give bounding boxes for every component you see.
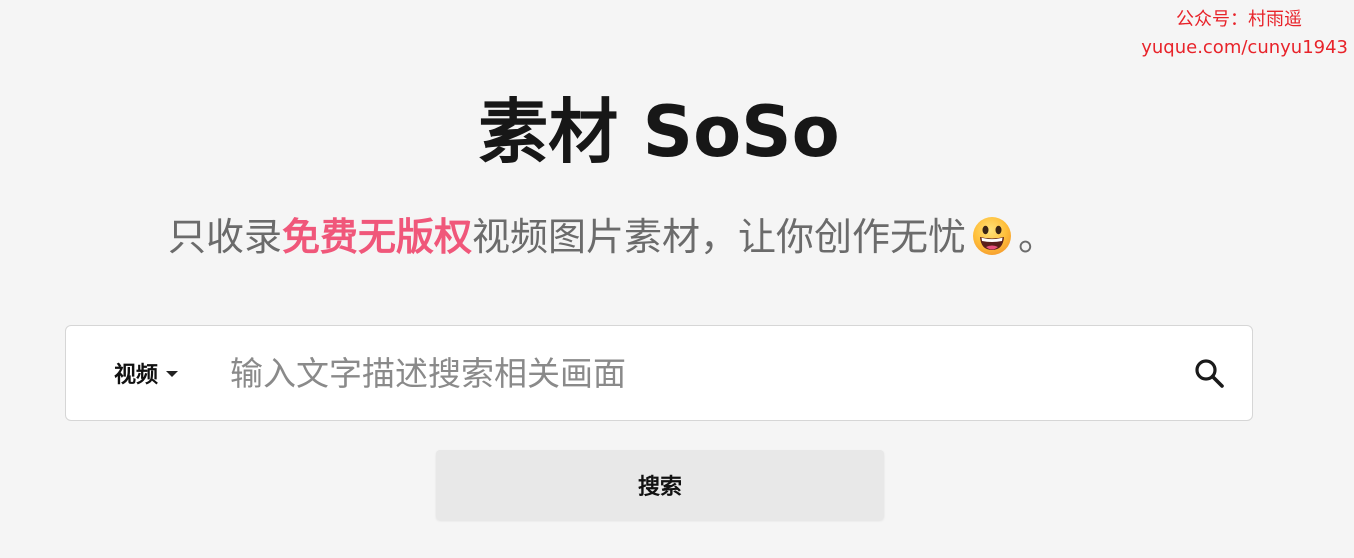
watermark: 公众号：村雨遥 yuque.com/cunyu1943 — [1141, 6, 1348, 62]
caret-down-icon — [166, 371, 179, 377]
tagline-prefix: 只收录 — [168, 215, 283, 259]
tagline-end: 。 — [1018, 215, 1057, 259]
search-input[interactable] — [230, 344, 1130, 402]
watermark-url: yuque.com/cunyu1943 — [1141, 37, 1348, 58]
tagline: 只收录免费无版权视频图片素材，让你创作无忧 。 — [168, 210, 1056, 264]
search-button[interactable]: 搜索 — [436, 450, 884, 520]
tagline-highlight: 免费无版权 — [282, 215, 473, 259]
search-bar: 视频 — [65, 325, 1253, 421]
media-type-dropdown[interactable]: 视频 — [114, 326, 179, 420]
grinning-face-emoji-icon — [973, 217, 1012, 255]
media-type-selected: 视频 — [114, 363, 159, 388]
tagline-suffix: 视频图片素材，让你创作无忧 — [472, 215, 967, 259]
search-icon[interactable] — [1192, 356, 1228, 392]
watermark-wechat: 公众号：村雨遥 — [1176, 9, 1302, 30]
page-title: 素材 SoSo — [478, 91, 840, 173]
